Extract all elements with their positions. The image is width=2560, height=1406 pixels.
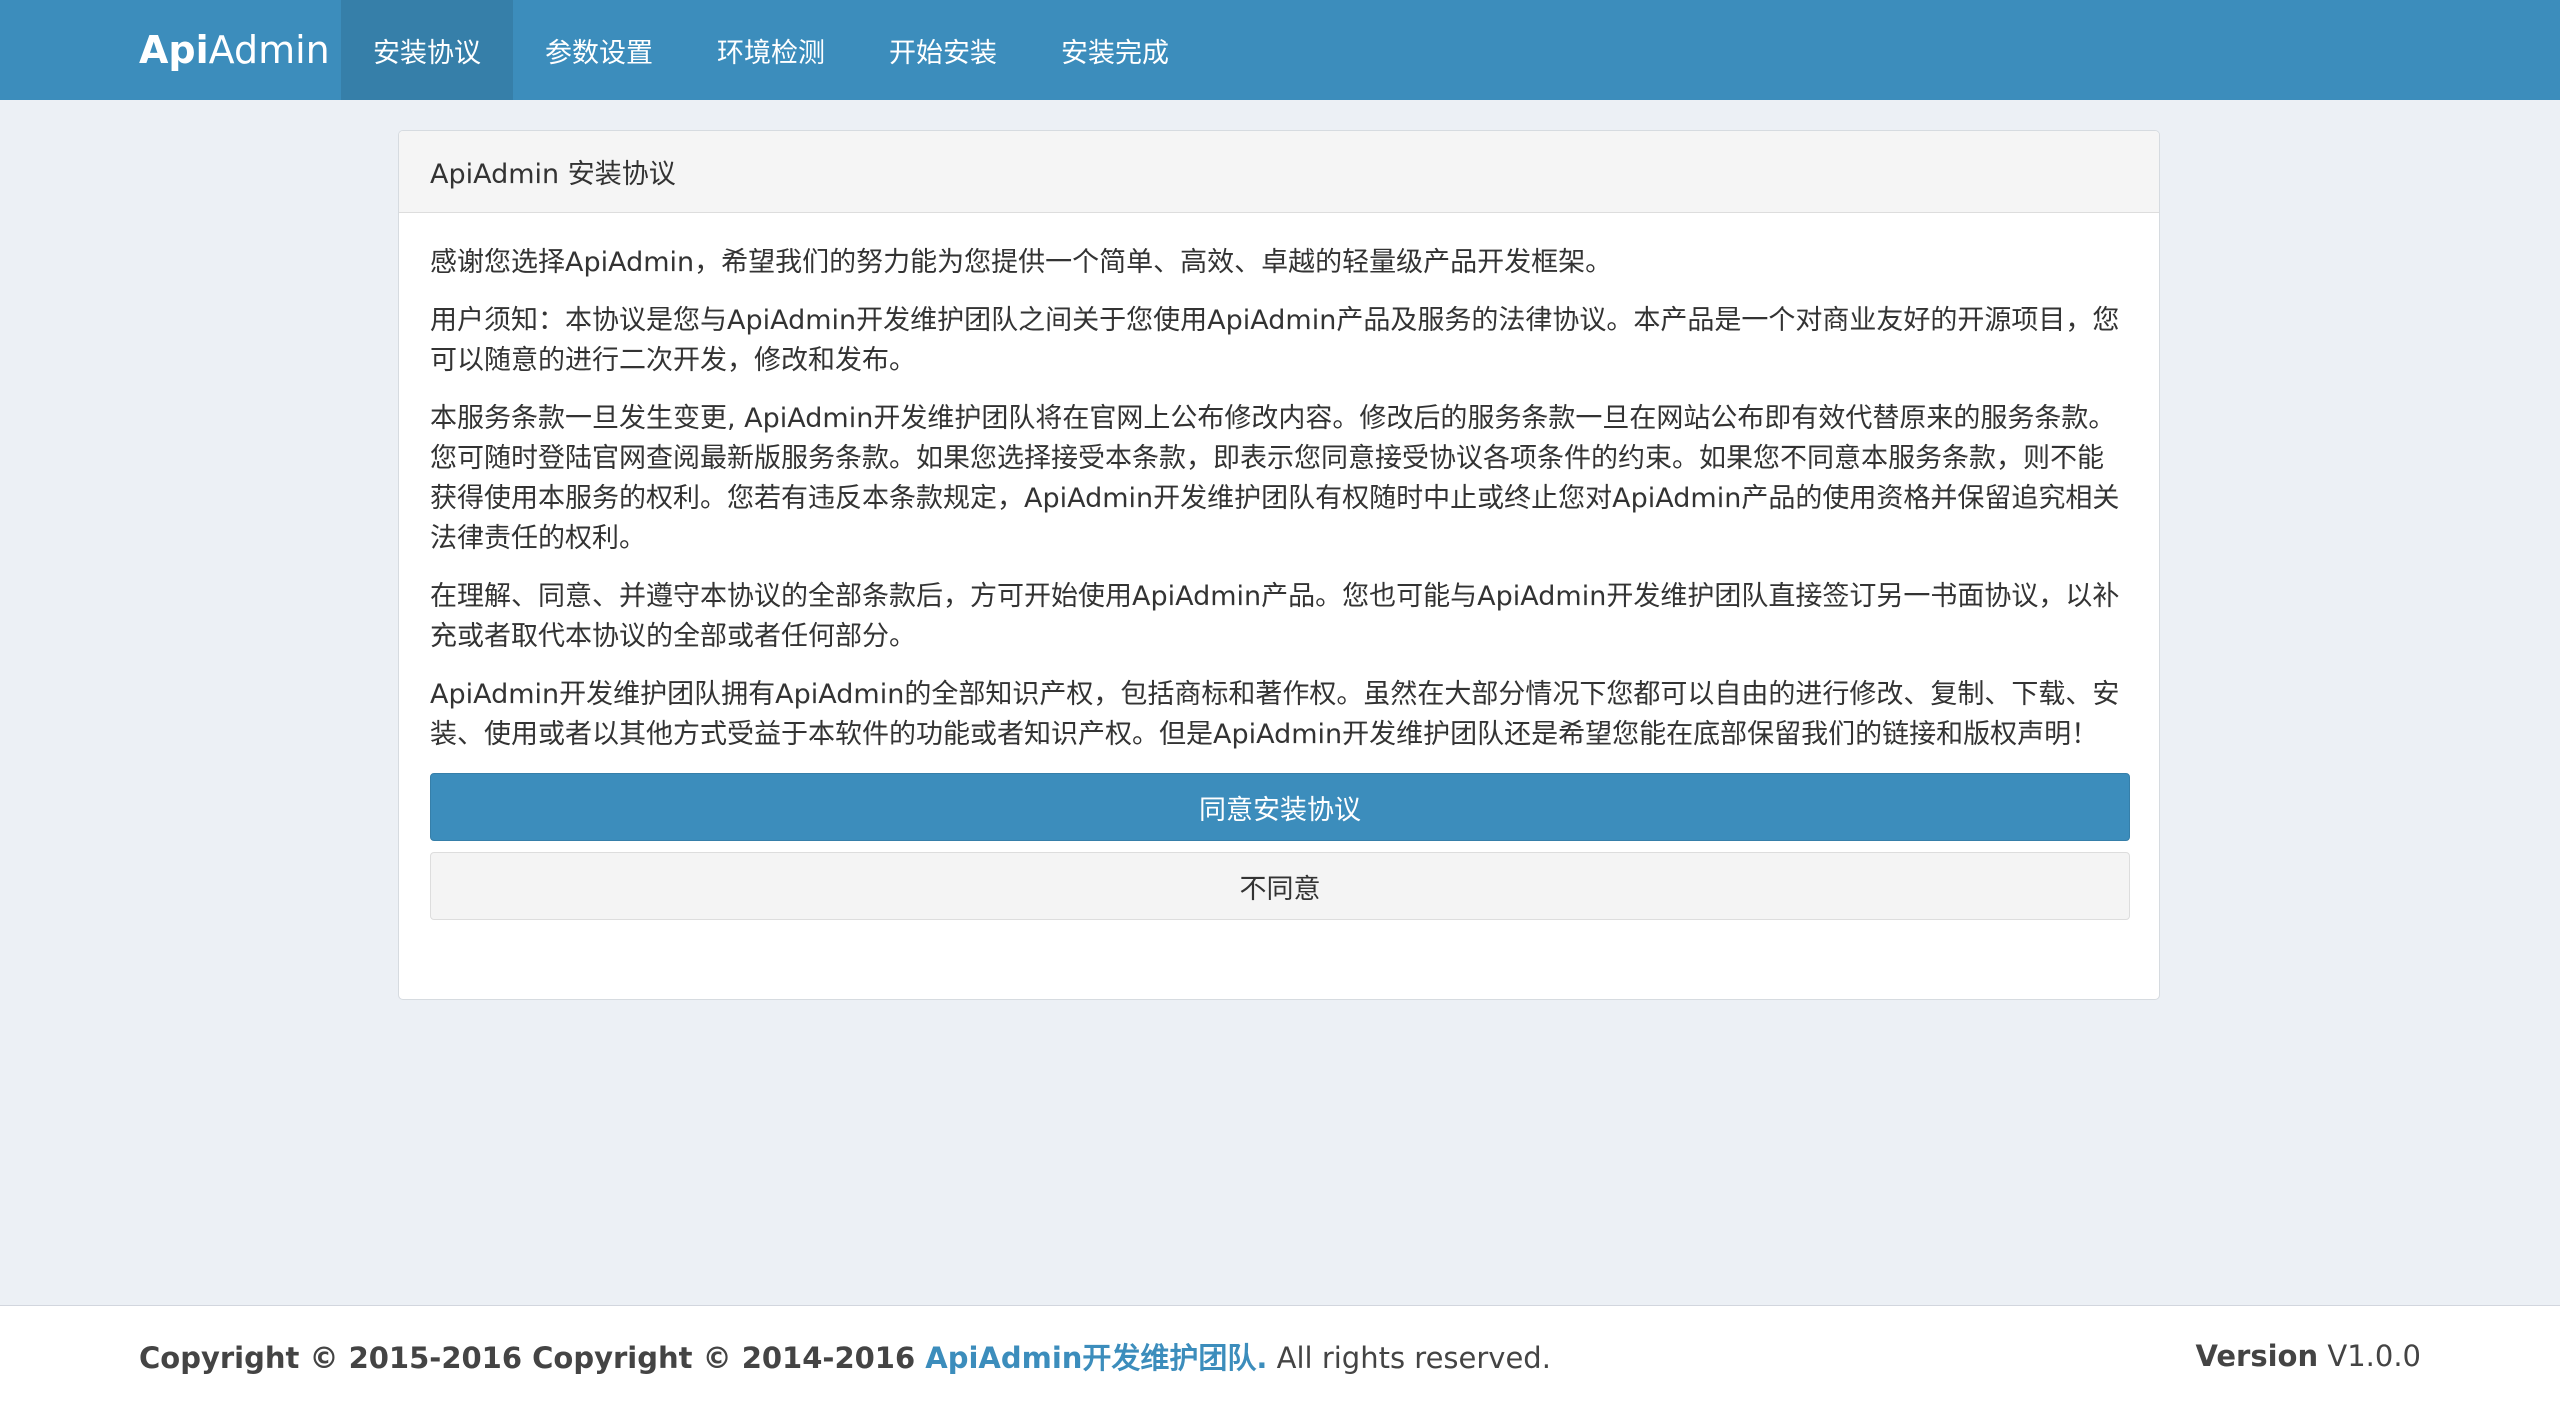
agreement-body: 感谢您选择ApiAdmin，希望我们的努力能为您提供一个简单、高效、卓越的轻量级… [399,213,2159,920]
top-navbar: Api Admin 安装协议 参数设置 环境检测 开始安装 安装完成 [0,0,2560,100]
agreement-panel: ApiAdmin 安装协议 感谢您选择ApiAdmin，希望我们的努力能为您提供… [398,130,2160,1000]
nav-tab-settings[interactable]: 参数设置 [513,0,685,100]
version-info: Version V1.0.0 [2196,1339,2421,1373]
nav-tab-start-install[interactable]: 开始安装 [857,0,1029,100]
agreement-paragraph: 感谢您选择ApiAdmin，希望我们的努力能为您提供一个简单、高效、卓越的轻量级… [430,247,1613,278]
panel-title: ApiAdmin 安装协议 [399,131,2159,213]
copyright-prefix: Copyright © 2015-2016 Copyright © 2014-2… [139,1341,926,1375]
agreement-paragraph: 本服务条款一旦发生变更, ApiAdmin开发维护团队将在官网上公布修改内容。修… [430,403,2120,554]
copyright-text: Copyright © 2015-2016 Copyright © 2014-2… [139,1335,1551,1377]
nav-tab-environment-check[interactable]: 环境检测 [685,0,857,100]
nav-tab-label: 参数设置 [545,37,653,69]
nav-tab-label: 安装完成 [1061,37,1169,69]
team-link[interactable]: ApiAdmin开发维护团队. [925,1341,1267,1375]
version-label: Version [2195,1339,2319,1373]
brand-bold-text: Api [139,28,209,72]
page-footer: Copyright © 2015-2016 Copyright © 2014-2… [0,1305,2560,1406]
version-value: V1.0.0 [2318,1339,2421,1373]
agreement-paragraph: ApiAdmin开发维护团队拥有ApiAdmin的全部知识产权，包括商标和著作权… [430,679,2120,750]
agreement-paragraph: 用户须知：本协议是您与ApiAdmin开发维护团队之间关于您使用ApiAdmin… [430,305,2120,376]
nav-tab-agreement[interactable]: 安装协议 [341,0,513,100]
rights-text: All rights reserved. [1267,1341,1551,1375]
brand-light-text: Admin [208,28,330,72]
brand-logo[interactable]: Api Admin [139,0,341,100]
nav-tab-install-complete[interactable]: 安装完成 [1029,0,1201,100]
agree-button[interactable]: 同意安装协议 [430,773,2130,841]
nav-tab-label: 开始安装 [889,37,997,69]
disagree-button[interactable]: 不同意 [430,852,2130,920]
nav-tab-label: 安装协议 [373,37,481,69]
nav-tab-label: 环境检测 [717,37,825,69]
agreement-paragraph: 在理解、同意、并遵守本协议的全部条款后，方可开始使用ApiAdmin产品。您也可… [430,581,2120,652]
